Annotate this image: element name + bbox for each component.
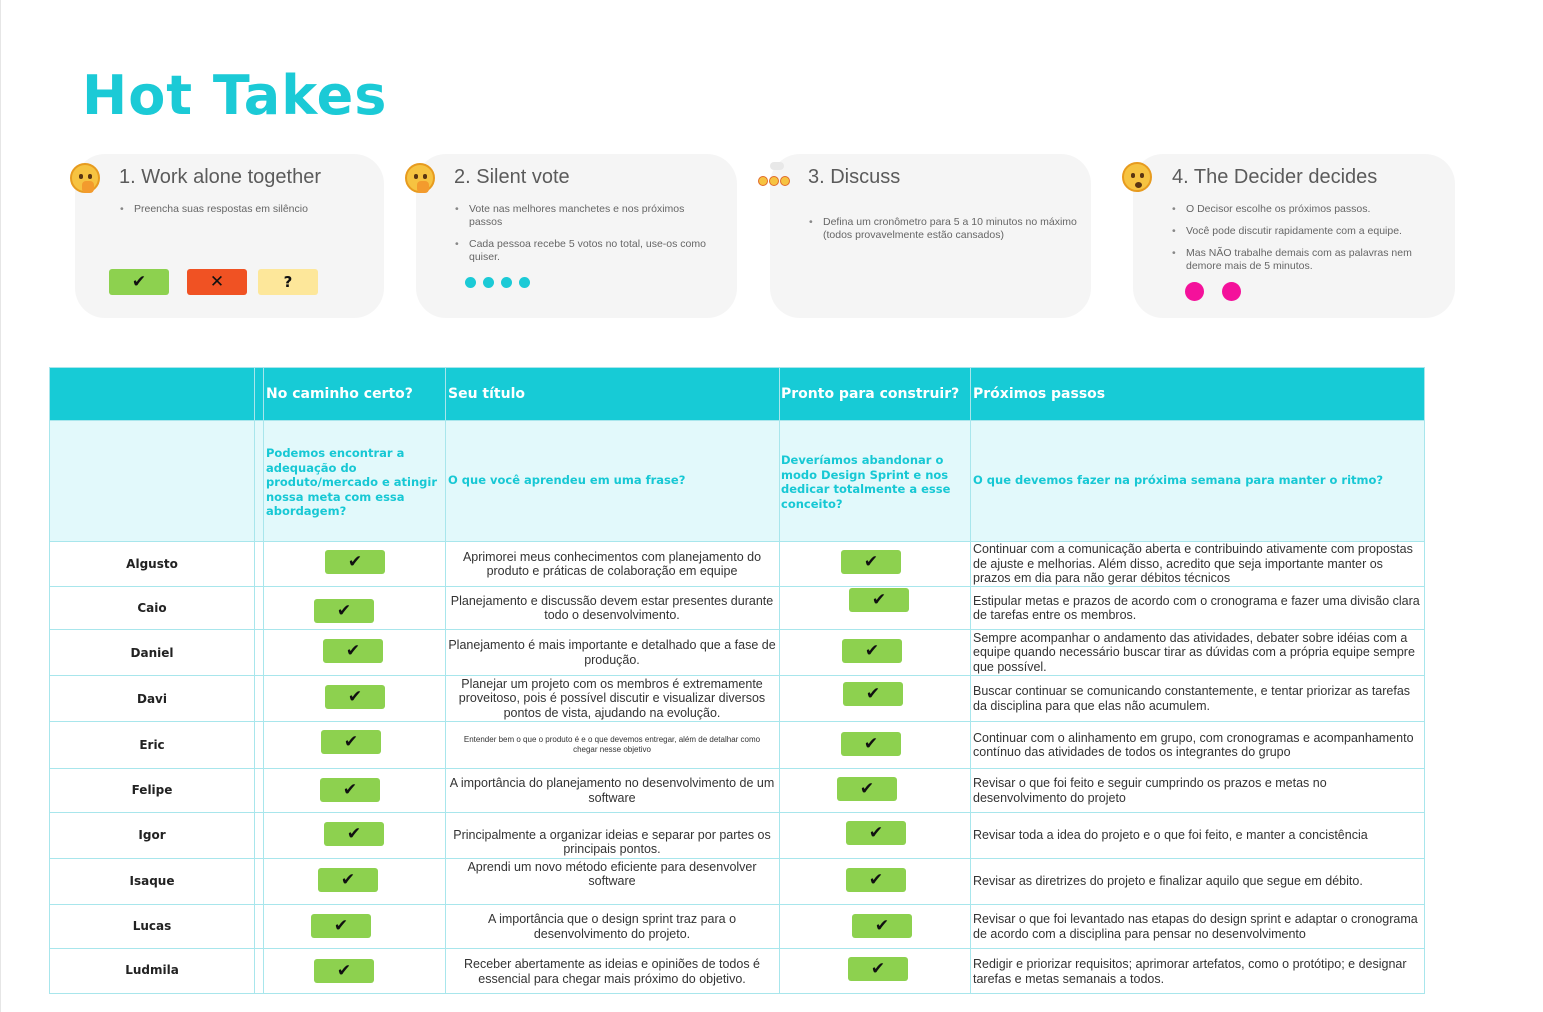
ready-check[interactable]: ✔ [846, 821, 906, 845]
on-track-check[interactable]: ✔ [323, 639, 383, 663]
col-divider [970, 368, 971, 993]
step-heading: 3. Discuss [808, 166, 901, 188]
speech-bubble-icon [770, 162, 784, 170]
participant-name: Algusto [126, 557, 178, 571]
col-divider [263, 368, 264, 993]
participant-name: Isaque [129, 874, 175, 888]
next-steps-text: Revisar o que foi feito e seguir cumprin… [973, 776, 1327, 805]
decider-vote-dot[interactable] [1185, 282, 1204, 301]
learning-title: A importância que o design sprint traz p… [487, 912, 737, 941]
learning-title: Planejamento e discussão devem estar pre… [450, 593, 774, 623]
learning-title: Planejamento é mais importante e detalha… [448, 638, 776, 667]
step-bullets: Preencha suas respostas em silêncio [120, 203, 370, 225]
next-steps-text: Revisar o que foi levantado nas etapas d… [973, 912, 1418, 941]
col-divider [779, 368, 780, 993]
ready-check[interactable]: ✔ [843, 682, 903, 706]
header-next-steps: Próximos passos [973, 386, 1106, 402]
next-steps-text: Estipular metas e prazos de acordo com o… [973, 593, 1420, 623]
step-heading: 2. Silent vote [454, 166, 570, 188]
col-divider [254, 368, 255, 993]
prompt-title: O que você aprendeu em uma frase? [448, 473, 686, 487]
left-border [0, 0, 1, 1012]
participant-name: Ludmila [125, 963, 179, 977]
on-track-check[interactable]: ✔ [318, 868, 378, 892]
step-card-2: 2. Silent vote Vote nas melhores manchet… [416, 154, 737, 318]
step-card-4: 4. The Decider decides O Decisor escolhe… [1133, 154, 1455, 318]
step-bullet: Mas NÃO trabalhe demais com as palavras … [1172, 247, 1442, 273]
vote-dot[interactable] [519, 277, 530, 288]
on-track-check[interactable]: ✔ [325, 550, 385, 574]
step-heading: 4. The Decider decides [1172, 166, 1378, 188]
prompt-next-steps: O que devemos fazer na próxima semana pa… [973, 473, 1384, 487]
shushing-face-icon [405, 163, 435, 193]
hot-takes-table: No caminho certo? Seu título Pronto para… [49, 367, 1425, 994]
next-steps-text: Continuar com a comunicação aberta e con… [973, 542, 1413, 586]
group-faces-icon [758, 176, 790, 186]
next-steps-text: Buscar continuar se comunicando constant… [973, 684, 1411, 713]
header-title: Seu título [448, 386, 525, 402]
participant-name: Felipe [131, 783, 173, 797]
vote-yes-button[interactable]: ✔ [109, 269, 169, 295]
next-steps-text: Redigir e priorizar requisitos; aprimora… [973, 957, 1407, 986]
vote-no-button[interactable]: ✕ [187, 269, 247, 295]
table-header-row [50, 368, 1424, 420]
next-steps-text: Revisar as diretrizes do projeto e final… [973, 874, 1363, 889]
vote-dot[interactable] [501, 277, 512, 288]
ready-check[interactable]: ✔ [837, 777, 897, 801]
on-track-check[interactable]: ✔ [320, 778, 380, 802]
next-steps-text: Sempre acompanhar o andamento das ativid… [973, 630, 1415, 674]
step-heading: 1. Work alone together [119, 166, 321, 188]
header-ready: Pronto para construir? [781, 386, 960, 402]
step-bullets: Defina um cronômetro para 5 a 10 minutos… [809, 203, 1079, 264]
learning-title: Aprendi um novo método eficiente para de… [467, 859, 757, 889]
header-on-track: No caminho certo? [266, 386, 413, 402]
ready-check[interactable]: ✔ [849, 588, 909, 612]
vote-dot[interactable] [483, 277, 494, 288]
page-title: Hot Takes [82, 64, 388, 127]
on-track-check[interactable]: ✔ [324, 822, 384, 846]
participant-name: Lucas [132, 919, 172, 933]
step-card-3: 3. Discuss Defina um cronômetro para 5 a… [770, 154, 1091, 318]
on-track-check[interactable]: ✔ [314, 599, 374, 623]
row-divider [50, 420, 1424, 421]
step-bullet: Você pode discutir rapidamente com a equ… [1172, 225, 1442, 238]
participant-name: Daniel [130, 646, 174, 660]
on-track-check[interactable]: ✔ [311, 914, 371, 938]
decider-vote-dot[interactable] [1222, 282, 1241, 301]
step-bullet: Defina um cronômetro para 5 a 10 minutos… [809, 216, 1079, 242]
monocle-face-icon [1122, 162, 1152, 192]
prompt-ready: Deveríamos abandonar o modo Design Sprin… [781, 453, 951, 511]
learning-title: Entender bem o que o produto é e o que d… [463, 735, 761, 754]
learning-title: A importância do planejamento no desenvo… [449, 776, 775, 805]
step-bullets: O Decisor escolhe os próximos passos. Vo… [1172, 203, 1442, 282]
learning-title: Receber abertamente as ideias e opiniões… [463, 957, 761, 986]
next-steps-text: Revisar toda a idea do projeto e o que f… [973, 828, 1368, 843]
participant-name: Davi [137, 692, 167, 706]
vote-maybe-button[interactable]: ? [258, 269, 318, 295]
ready-check[interactable]: ✔ [846, 868, 906, 892]
on-track-check[interactable]: ✔ [314, 959, 374, 983]
vote-dot[interactable] [465, 277, 476, 288]
ready-check[interactable]: ✔ [842, 639, 902, 663]
learning-title: Aprimorei meus conhecimentos com planeja… [462, 549, 762, 579]
ready-check[interactable]: ✔ [841, 550, 901, 574]
prompt-on-track: Podemos encontrar a adequação do produto… [266, 446, 438, 518]
next-steps-text: Continuar com o alinhamento em grupo, co… [973, 730, 1414, 760]
step-bullets: Vote nas melhores manchetes e nos próxim… [455, 203, 720, 273]
participant-name: Eric [139, 738, 165, 752]
participant-name: Igor [138, 828, 166, 842]
step-bullet: Cada pessoa recebe 5 votos no total, use… [455, 238, 720, 264]
step-bullet: Preencha suas respostas em silêncio [120, 203, 370, 216]
shushing-face-icon [70, 163, 100, 193]
step-bullet: Vote nas melhores manchetes e nos próxim… [455, 203, 720, 229]
ready-check[interactable]: ✔ [852, 914, 912, 938]
learning-title: Principalmente a organizar ideias e sepa… [453, 827, 771, 857]
participant-name: Caio [137, 601, 167, 615]
on-track-check[interactable]: ✔ [321, 730, 381, 754]
learning-title: Planejar um projeto com os membros é ext… [458, 676, 766, 720]
ready-check[interactable]: ✔ [841, 732, 901, 756]
ready-check[interactable]: ✔ [848, 957, 908, 981]
on-track-check[interactable]: ✔ [325, 685, 385, 709]
step-bullet: O Decisor escolhe os próximos passos. [1172, 203, 1442, 216]
